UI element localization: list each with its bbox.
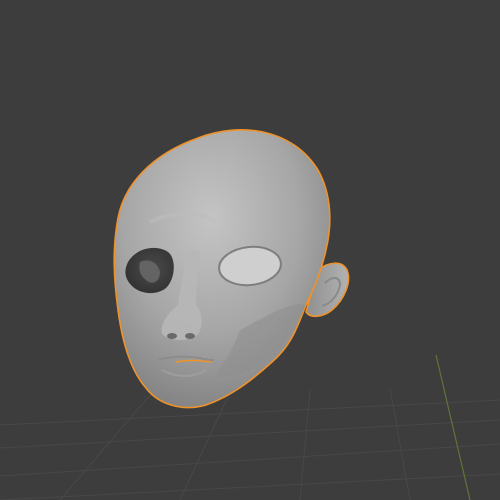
- viewport-canvas[interactable]: [0, 0, 500, 500]
- nostril-right: [185, 333, 195, 339]
- head-object[interactable]: [113, 129, 350, 409]
- 3d-viewport[interactable]: [0, 0, 500, 500]
- nostril-left: [167, 333, 177, 339]
- y-axis-line: [435, 354, 471, 500]
- floor-grid: [0, 387, 500, 500]
